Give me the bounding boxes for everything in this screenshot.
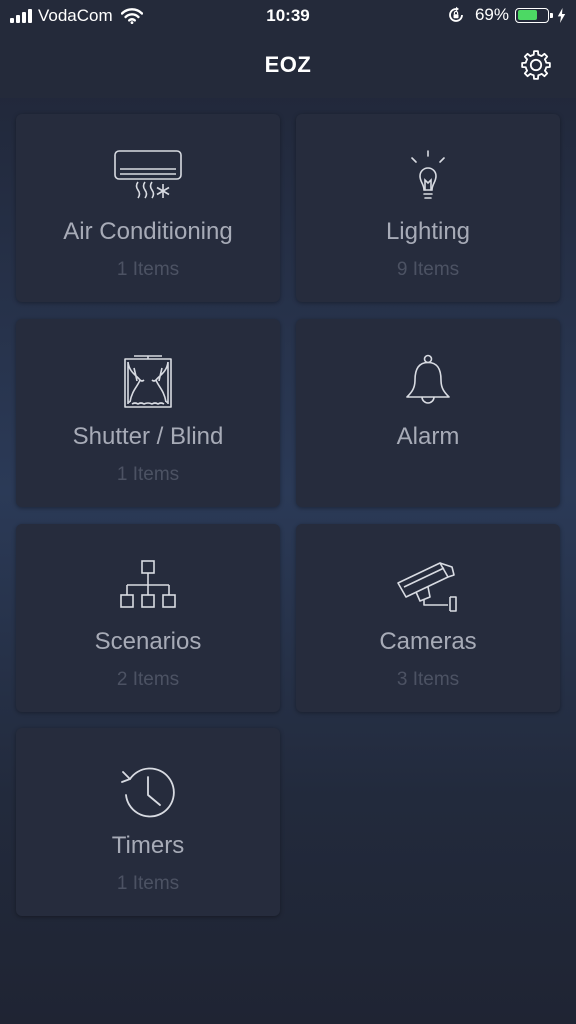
tile-alarm[interactable]: Alarm [296,319,560,507]
hierarchy-icon [120,560,176,608]
tile-count: 3 Items [396,669,460,690]
rotation-lock-icon [449,6,463,22]
tile-cameras[interactable]: Cameras 3 Items [296,524,560,712]
page-title: EOZ [264,52,312,77]
gear-icon[interactable] [518,47,554,83]
tile-label: Timers [111,832,185,859]
air-conditioner-icon [114,150,182,199]
battery-percent: 69% [474,5,509,24]
battery-level-fill [517,10,537,20]
charging-bolt-icon [557,7,566,23]
tile-scenarios[interactable]: Scenarios 2 Items [16,524,280,712]
curtain-icon [124,355,172,408]
tile-count: 9 Items [396,259,460,280]
tile-count: 1 Items [116,464,180,485]
tile-count: 1 Items [116,873,180,894]
tile-lighting[interactable]: Lighting 9 Items [296,114,560,302]
tile-label: Alarm [396,423,460,450]
status-right: 69% [447,5,566,25]
tile-count: 1 Items [116,259,180,280]
light-bulb-icon [411,150,445,199]
tile-count: 2 Items [116,669,180,690]
nav-bar: EOZ [0,34,576,98]
tile-label: Air Conditioning [63,218,233,245]
tile-timers[interactable]: Timers 1 Items [16,728,280,916]
security-camera-icon [397,562,457,612]
timer-clock-icon [121,767,175,818]
header: VodaCom 10:39 69% EOZ [0,0,576,98]
tile-label: Lighting [385,218,471,245]
tile-label: Shutter / Blind [72,423,224,450]
tile-shutter-blind[interactable]: Shutter / Blind 1 Items [16,319,280,507]
tile-label: Scenarios [94,628,202,655]
tile-label: Cameras [379,628,477,655]
battery-icon [515,7,553,23]
status-bar: VodaCom 10:39 69% [0,0,576,34]
bell-icon [406,354,450,404]
tile-air-conditioning[interactable]: Air Conditioning 1 Items [16,114,280,302]
